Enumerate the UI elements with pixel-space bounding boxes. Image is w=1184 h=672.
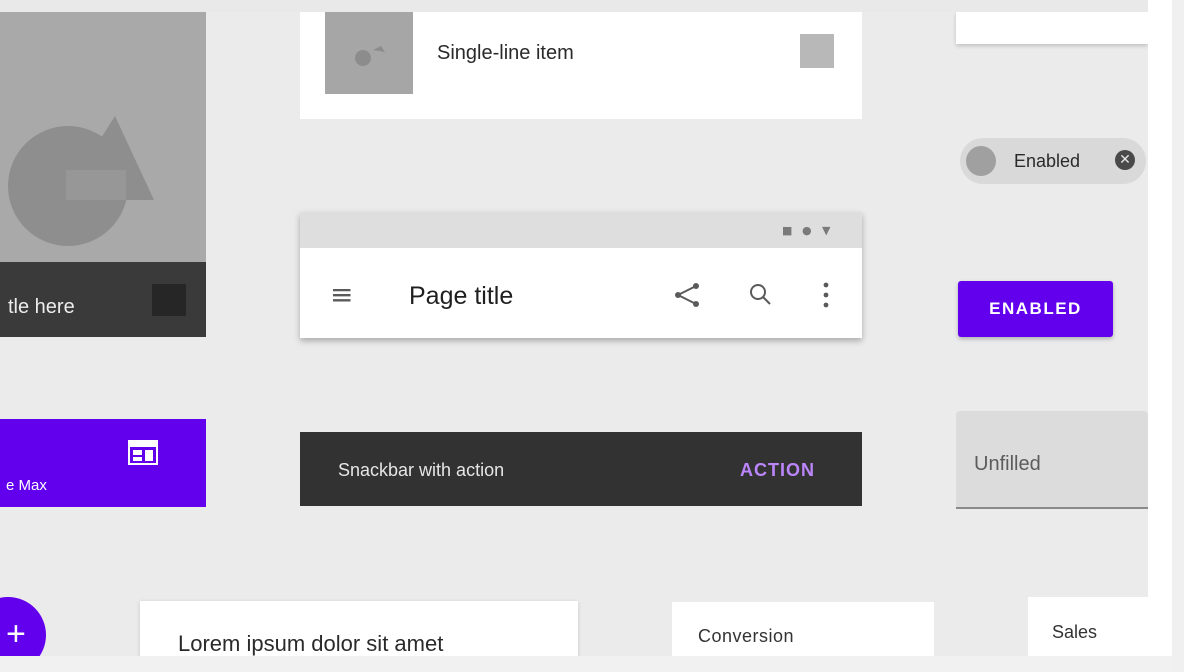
image-card-caption-bar: tle here <box>0 262 206 337</box>
chip-avatar <box>966 146 996 176</box>
list-card: Single-line item <box>300 12 862 119</box>
image-card-caption: tle here <box>8 296 75 318</box>
lorem-card: Lorem ipsum dolor sit amet <box>140 601 578 656</box>
search-icon[interactable] <box>748 282 774 308</box>
conversion-card: Conversion <box>672 602 934 656</box>
scrollbar-track[interactable] <box>1172 0 1184 672</box>
enabled-button[interactable]: ENABLED <box>958 281 1113 337</box>
calendar-icon[interactable] <box>128 439 158 465</box>
conversion-label: Conversion <box>698 626 795 646</box>
snackbar-message: Snackbar with action <box>338 460 505 480</box>
text-field-label: Unfilled <box>974 453 1041 475</box>
list-thumbnail <box>325 12 413 94</box>
component-canvas: tle here Single-line item Enabled ✕ ■ ● … <box>0 12 1148 656</box>
signal-icon: ● <box>802 224 812 237</box>
add-icon: + <box>6 615 26 653</box>
date-card[interactable]: e Max <box>0 419 206 507</box>
date-card-text: e Max <box>6 477 47 494</box>
sales-label: Sales <box>1052 622 1098 642</box>
page-title: Page title <box>409 282 514 310</box>
sales-card: Sales <box>1028 597 1148 656</box>
snackbar-action-button[interactable]: ACTION <box>740 460 815 481</box>
menu-icon[interactable]: ≡ <box>330 278 353 311</box>
unfilled-text-field[interactable]: Unfilled <box>956 411 1148 509</box>
chip-label: Enabled <box>1014 151 1081 171</box>
list-item-label[interactable]: Single-line item <box>437 42 574 65</box>
chip-close-icon[interactable]: ✕ <box>1115 150 1135 170</box>
right-margin <box>1148 0 1172 672</box>
top-right-card <box>956 12 1148 44</box>
bottom-margin <box>0 656 1172 672</box>
image-card[interactable]: tle here <box>0 12 206 337</box>
image-placeholder-icon <box>355 46 385 66</box>
share-icon[interactable] <box>672 280 702 310</box>
image-card-action-icon[interactable] <box>152 284 186 316</box>
shapes-illustration-icon <box>8 116 154 246</box>
lorem-text: Lorem ipsum dolor sit amet <box>178 631 444 656</box>
status-bar: ■ ● ▼ <box>300 212 862 248</box>
more-vert-icon[interactable] <box>816 280 836 310</box>
wifi-icon: ▼ <box>822 224 831 237</box>
fab-button[interactable]: + <box>0 597 46 656</box>
snackbar: Snackbar with action ACTION <box>300 432 862 506</box>
input-chip[interactable]: Enabled ✕ <box>960 138 1146 184</box>
top-app-bar: ■ ● ▼ ≡ Page title <box>300 212 862 338</box>
battery-icon: ■ <box>782 224 793 237</box>
list-item-checkbox[interactable] <box>800 34 834 68</box>
